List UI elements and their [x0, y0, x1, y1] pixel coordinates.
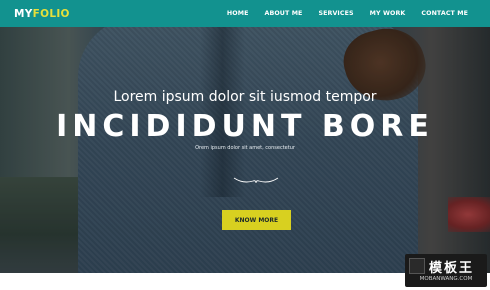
- nav-about-me[interactable]: ABOUT ME: [256, 10, 310, 17]
- watermark-logo-icon: [409, 258, 425, 274]
- logo-part-my: MY: [14, 7, 33, 20]
- navbar: MYFOLIO HOME ABOUT ME SERVICES MY WORK C…: [0, 0, 490, 27]
- nav-contact-me[interactable]: CONTACT ME: [413, 10, 476, 17]
- hero-section: Lorem ipsum dolor sit iusmod tempor INCI…: [0, 27, 490, 273]
- watermark-title: 模板王: [429, 261, 475, 276]
- hero-subtitle: Lorem ipsum dolor sit iusmod tempor: [113, 89, 377, 105]
- hero-tagline: Orem ipsum dolor sit amet, consectetur: [195, 145, 295, 151]
- know-more-button[interactable]: KNOW MORE: [222, 210, 291, 230]
- site-logo[interactable]: MYFOLIO: [14, 8, 70, 20]
- nav-my-work[interactable]: MY WORK: [362, 10, 414, 17]
- nav-services[interactable]: SERVICES: [310, 10, 361, 17]
- logo-part-folio: FOLIO: [32, 7, 70, 20]
- watermark-url: MOBANWANG.COM: [419, 276, 473, 282]
- hero-content: Lorem ipsum dolor sit iusmod tempor INCI…: [0, 27, 490, 273]
- ornament-divider-icon: [233, 177, 279, 184]
- main-nav: HOME ABOUT ME SERVICES MY WORK CONTACT M…: [219, 10, 476, 17]
- site-watermark: 模板王 MOBANWANG.COM: [405, 254, 487, 287]
- nav-home[interactable]: HOME: [219, 10, 257, 17]
- hero-headline: INCIDIDUNT BORE: [56, 109, 434, 144]
